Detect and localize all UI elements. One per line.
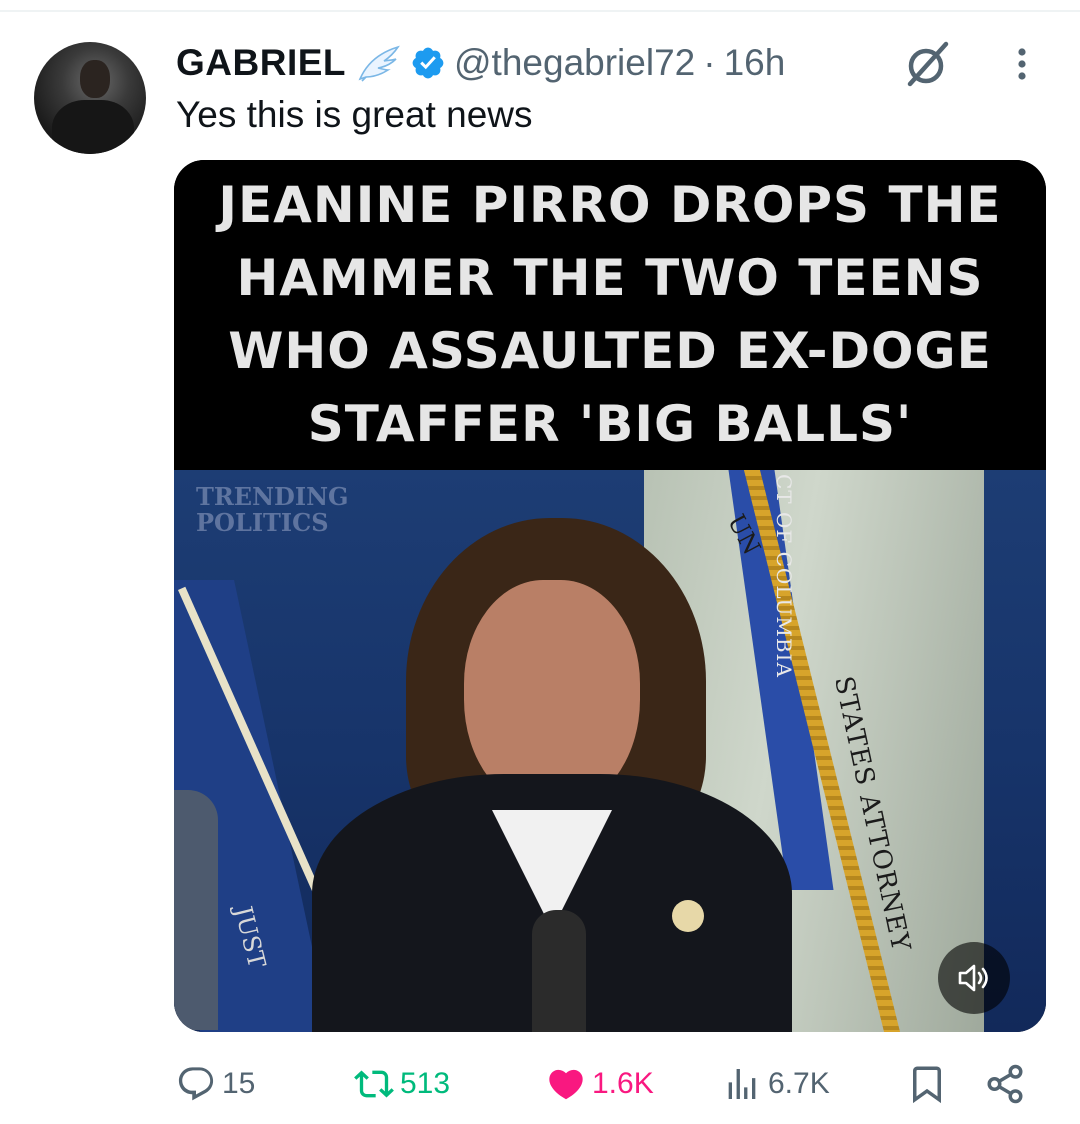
repost-count: 513 (400, 1067, 451, 1100)
speaker-icon (958, 964, 988, 992)
post-time[interactable]: 16h (724, 42, 786, 84)
reply-button[interactable]: 15 (176, 1062, 255, 1106)
tweet-text: Yes this is great news (176, 94, 533, 135)
background-person (174, 790, 218, 1030)
reply-icon (178, 1067, 214, 1101)
microphone (532, 910, 586, 1032)
verified-badge-icon[interactable] (410, 45, 446, 81)
reply-count: 15 (222, 1067, 256, 1100)
more-options-icon[interactable] (1012, 44, 1032, 84)
video-caption: JEANINE PIRRO DROPS THE HAMMER THE TWO T… (218, 176, 1002, 453)
watermark-line-2: POLITICS (196, 508, 329, 537)
video-player[interactable]: JEANINE PIRRO DROPS THE HAMMER THE TWO T… (174, 160, 1046, 1032)
like-button[interactable]: 1.6K (546, 1062, 654, 1106)
volume-button[interactable] (938, 942, 1010, 1014)
heart-icon (549, 1069, 583, 1100)
repost-icon (354, 1070, 394, 1098)
avatar-head (80, 60, 110, 98)
like-count: 1.6K (592, 1067, 654, 1100)
share-button[interactable] (984, 1062, 1032, 1106)
lapel-pin (672, 900, 704, 932)
views-button[interactable]: 6.7K (722, 1062, 830, 1106)
meta-separator: · (703, 42, 716, 83)
repost-button[interactable]: 513 (354, 1062, 450, 1106)
views-count: 6.7K (768, 1067, 830, 1100)
bookmark-icon (913, 1066, 941, 1104)
flag-text-columbia: CT OF COLUMBIA (772, 474, 796, 678)
bookmark-button[interactable] (906, 1062, 954, 1106)
author-name[interactable]: GABRIEL (176, 42, 346, 84)
action-bar: 15 513 1.6K 6.7K (174, 1062, 1046, 1106)
analytics-icon (728, 1069, 756, 1099)
angel-wing-icon (358, 45, 400, 82)
avatar[interactable] (34, 42, 146, 154)
top-divider (0, 10, 1080, 12)
share-icon (987, 1064, 1023, 1104)
video-caption-area: JEANINE PIRRO DROPS THE HAMMER THE TWO T… (174, 160, 1046, 470)
avatar-body (52, 100, 134, 154)
author-handle[interactable]: @thegabriel72 (454, 42, 695, 84)
watermark-line-1: TRENDING (196, 482, 349, 511)
video-frame: CT OF COLUMBIA STATES ATTORNEY UN JUST T… (174, 470, 1046, 1032)
grok-icon[interactable] (902, 38, 954, 90)
tweet-header: GABRIEL @thegabriel72 · 16h (176, 40, 785, 86)
watermark: TRENDING POLITICS (196, 484, 349, 536)
